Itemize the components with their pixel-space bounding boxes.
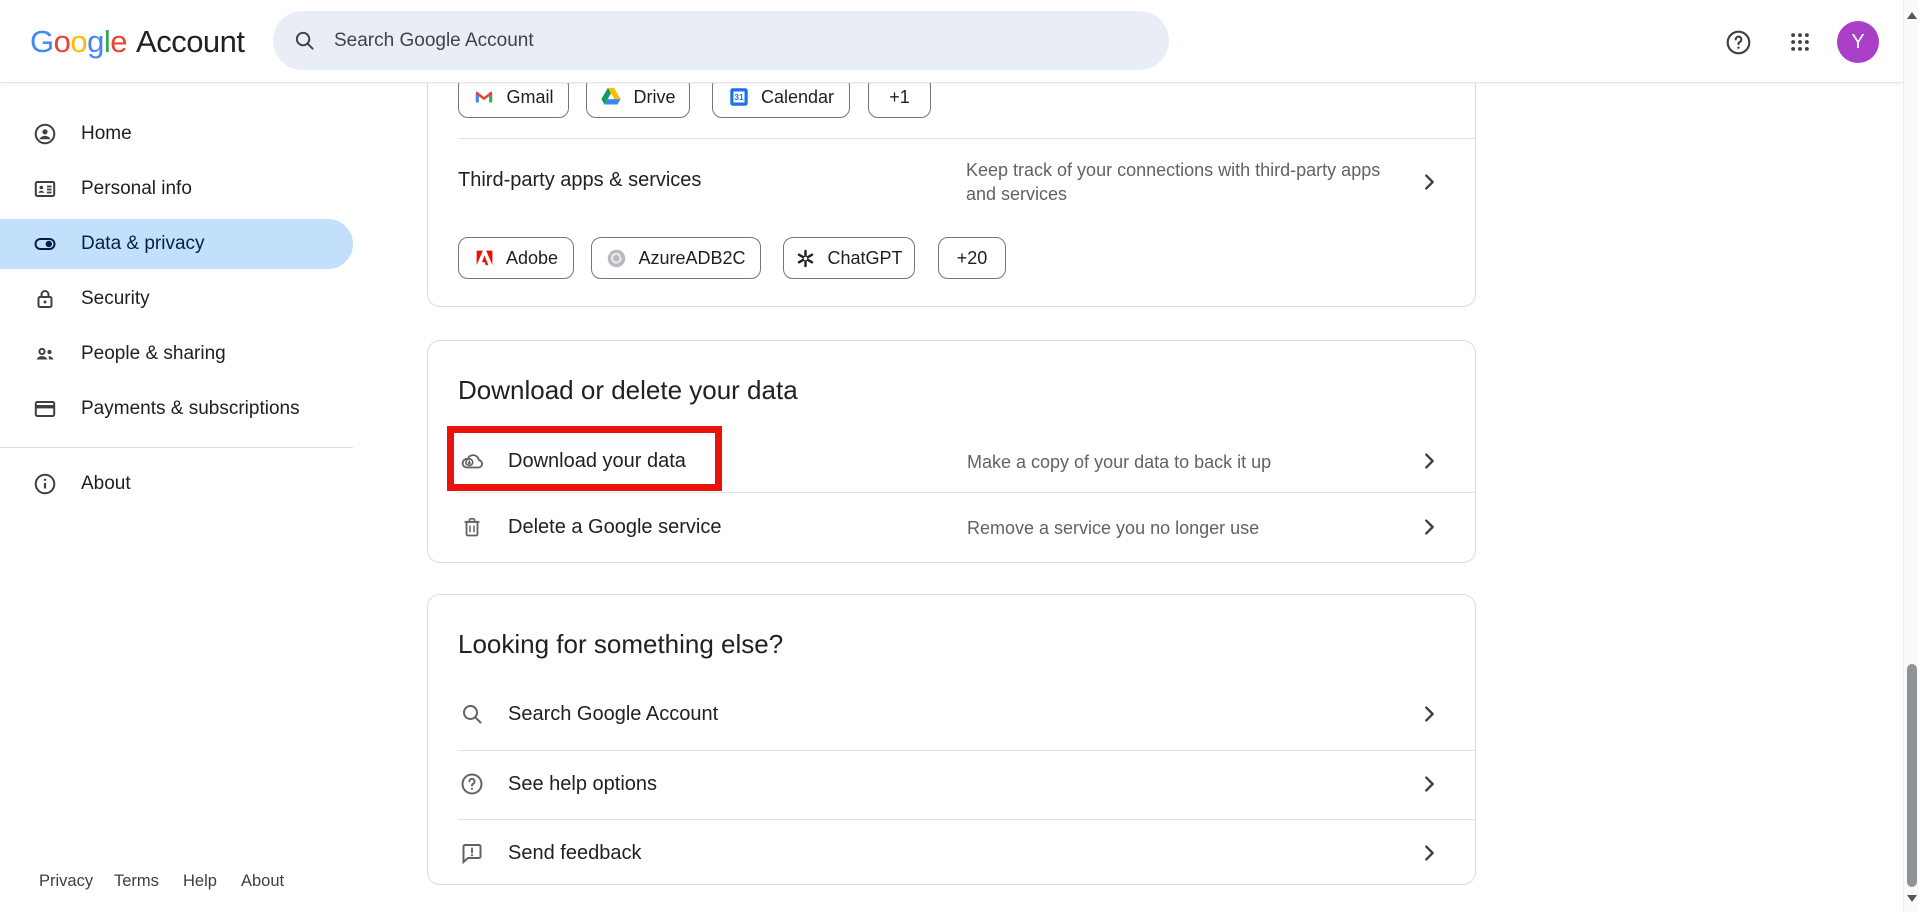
top-app-bar: Google Account Search Google Account Y — [0, 0, 1903, 83]
chip-chatgpt[interactable]: ChatGPT — [783, 237, 915, 279]
chip-label: ChatGPT — [827, 248, 902, 269]
chip-adobe[interactable]: Adobe — [458, 237, 574, 279]
row-divider — [458, 819, 1476, 820]
help-button[interactable] — [1718, 22, 1758, 62]
third-party-row-description: Keep track of your connections with thir… — [966, 158, 1380, 206]
sidebar-divider — [0, 447, 353, 448]
third-party-row-label[interactable]: Third-party apps & services — [458, 169, 701, 192]
logo-letter: G — [30, 24, 54, 60]
account-search-input[interactable]: Search Google Account — [273, 11, 1169, 70]
chip-azureadb2c[interactable]: AzureADB2C — [591, 237, 761, 279]
sidebar-item-label: Personal info — [81, 178, 192, 200]
home-icon — [33, 122, 57, 146]
footer-link-help[interactable]: Help — [183, 872, 217, 891]
sidebar-item-data-privacy[interactable]: Data & privacy — [0, 219, 353, 269]
sidebar-item-label: Data & privacy — [81, 233, 205, 255]
footer-link-about[interactable]: About — [241, 872, 284, 891]
scrollbar-down-arrow[interactable] — [1907, 895, 1917, 902]
chip-label: Adobe — [506, 248, 558, 269]
sidebar-item-label: Payments & subscriptions — [81, 398, 300, 420]
something-else-title: Looking for something else? — [458, 629, 783, 660]
google-account-logo[interactable]: Google Account — [30, 0, 245, 83]
download-data-description: Make a copy of your data to back it up — [967, 450, 1271, 474]
help-icon — [1725, 29, 1752, 56]
sidebar-item-security[interactable]: Security — [0, 274, 353, 324]
info-icon — [33, 472, 57, 496]
send-feedback-label[interactable]: Send feedback — [508, 842, 641, 865]
delete-service-description: Remove a service you no longer use — [967, 516, 1259, 540]
delete-service-icon — [460, 515, 484, 539]
description-line: and services — [966, 182, 1380, 206]
see-help-options-label[interactable]: See help options — [508, 773, 657, 796]
chevron-right-icon[interactable] — [1418, 171, 1440, 193]
logo-letter: o — [70, 24, 87, 60]
chatgpt-icon — [795, 248, 816, 269]
search-placeholder: Search Google Account — [334, 30, 534, 52]
vertical-scrollbar[interactable] — [1903, 0, 1919, 912]
sidebar-item-label: About — [81, 473, 131, 495]
chevron-right-icon[interactable] — [1418, 516, 1440, 538]
chevron-right-icon[interactable] — [1418, 773, 1440, 795]
logo-letter: o — [54, 24, 71, 60]
sidebar-item-people-sharing[interactable]: People & sharing — [0, 329, 353, 379]
google-apps-button[interactable] — [1780, 22, 1820, 62]
data-privacy-toggle-icon — [33, 232, 57, 256]
scrollbar-up-arrow[interactable] — [1907, 12, 1917, 19]
delete-service-label[interactable]: Delete a Google service — [508, 516, 721, 539]
lock-icon — [33, 287, 57, 311]
chip-more-services[interactable]: +20 — [938, 237, 1006, 279]
sidebar-item-personal-info[interactable]: Personal info — [0, 164, 353, 214]
chip-label: AzureADB2C — [638, 248, 745, 269]
download-data-icon — [460, 449, 484, 473]
footer-link-privacy[interactable]: Privacy — [39, 872, 93, 891]
account-avatar[interactable]: Y — [1837, 21, 1879, 63]
people-icon — [33, 342, 57, 366]
chip-label: Drive — [633, 87, 675, 108]
chip-label: +20 — [957, 248, 988, 269]
sidebar-item-about[interactable]: About — [0, 459, 353, 509]
search-account-label[interactable]: Search Google Account — [508, 703, 718, 726]
credit-card-icon — [33, 397, 57, 421]
description-line: Keep track of your connections with thir… — [966, 158, 1380, 182]
apps-grid-icon — [1789, 31, 1811, 53]
azureadb2c-icon — [606, 248, 627, 269]
download-data-label[interactable]: Download your data — [508, 450, 686, 473]
sidebar-item-label: Home — [81, 123, 132, 145]
svg-text:31: 31 — [734, 93, 744, 102]
adobe-icon — [474, 248, 495, 269]
row-divider — [458, 492, 1476, 493]
logo-letter: g — [87, 24, 104, 60]
chip-label: +1 — [889, 87, 910, 108]
sidebar-item-home[interactable]: Home — [0, 109, 353, 159]
chevron-right-icon[interactable] — [1418, 842, 1440, 864]
sidebar-item-label: Security — [81, 288, 150, 310]
chevron-right-icon[interactable] — [1418, 450, 1440, 472]
row-divider — [458, 750, 1476, 751]
help-icon — [460, 772, 484, 796]
logo-letter: e — [110, 24, 127, 60]
calendar-icon: 31 — [728, 86, 750, 108]
card-section-divider — [458, 138, 1476, 139]
chip-label: Gmail — [506, 87, 553, 108]
footer-link-terms[interactable]: Terms — [114, 872, 159, 891]
drive-icon — [600, 86, 622, 108]
sidebar-item-label: People & sharing — [81, 343, 226, 365]
logo-product-name: Account — [136, 24, 245, 60]
sidebar-item-payments[interactable]: Payments & subscriptions — [0, 384, 353, 434]
feedback-icon — [460, 841, 484, 865]
gmail-icon — [473, 86, 495, 108]
chevron-right-icon[interactable] — [1418, 703, 1440, 725]
avatar-letter: Y — [1851, 31, 1864, 54]
search-icon — [460, 702, 484, 726]
personal-info-icon — [33, 177, 57, 201]
scrollbar-thumb[interactable] — [1907, 664, 1917, 887]
download-delete-title: Download or delete your data — [458, 375, 798, 406]
chip-label: Calendar — [761, 87, 834, 108]
search-icon — [293, 29, 316, 52]
